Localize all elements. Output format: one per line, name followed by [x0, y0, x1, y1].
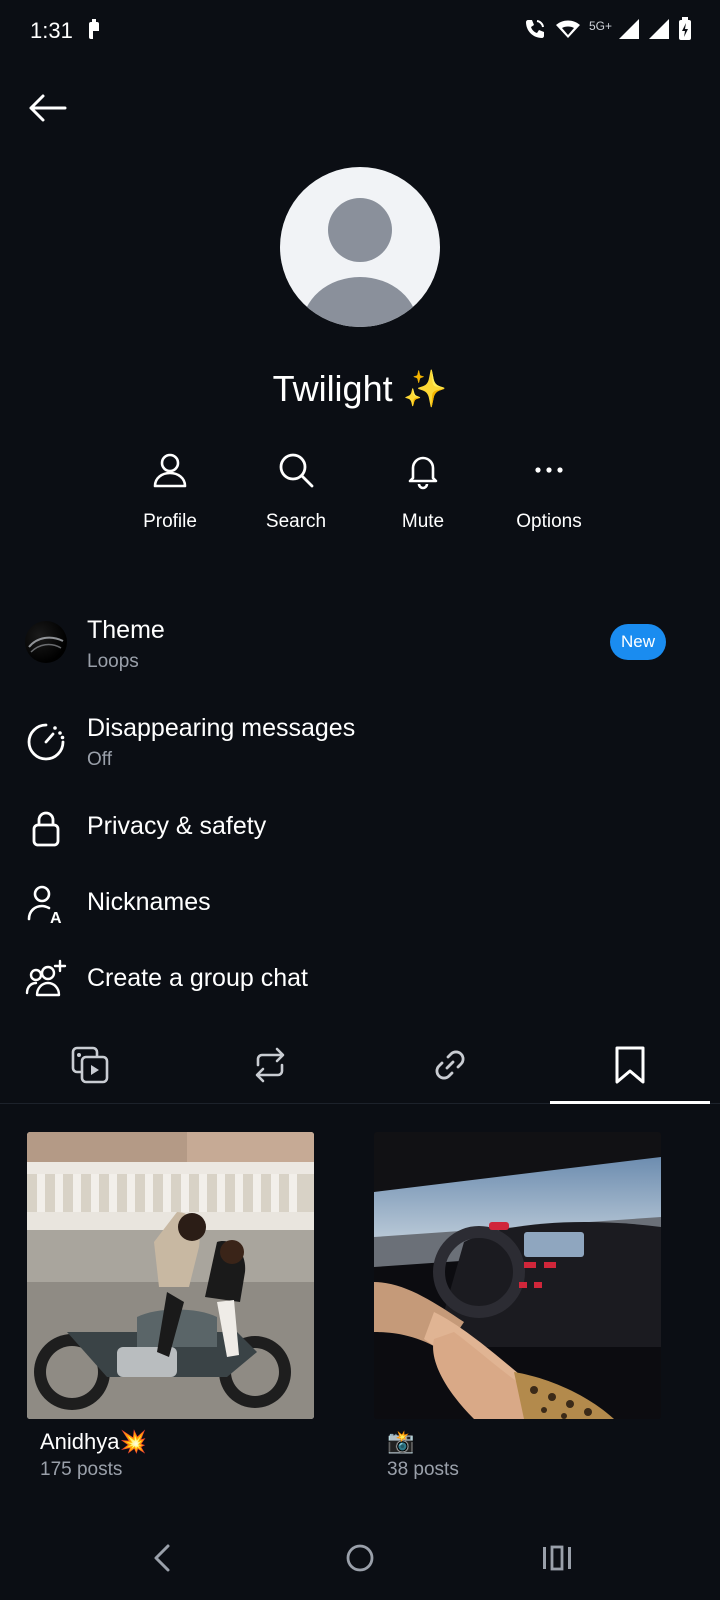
add-people-icon [24, 958, 68, 1002]
collection-card[interactable]: Anidhya💥 175 posts [27, 1132, 314, 1481]
disappearing-messages-title: Disappearing messages [87, 714, 356, 742]
status-bar: 1:31 5G+ [0, 0, 720, 64]
system-nav-bar [0, 1520, 720, 1600]
chevron-left-icon [150, 1543, 174, 1578]
theme-subtitle: Loops [87, 651, 139, 672]
nickname-icon: A [24, 882, 68, 926]
signal-icon-2 [648, 18, 670, 45]
svg-text:A: A [50, 910, 62, 925]
default-avatar-icon [302, 198, 418, 327]
privacy-safety-title: Privacy & safety [87, 812, 267, 840]
tab-media[interactable] [0, 1030, 180, 1104]
home-circle-icon [345, 1543, 375, 1578]
collection-thumbnail [374, 1132, 661, 1419]
disappearing-messages-row[interactable]: Disappearing messages Off [0, 698, 720, 778]
bookmark-icon [612, 1045, 648, 1090]
wifi-call-icon [523, 17, 547, 46]
nicknames-row[interactable]: A Nicknames [0, 870, 720, 940]
collection-thumbnail [27, 1132, 314, 1419]
more-icon [489, 445, 609, 495]
status-icons: 5G+ [523, 16, 692, 46]
wifi-icon [555, 18, 581, 45]
battery-saver-icon [86, 19, 102, 46]
recents-icon [541, 1544, 573, 1577]
collection-card[interactable]: 📸 38 posts [374, 1132, 661, 1481]
signal-icon [618, 18, 640, 45]
search-action-label: Search [265, 511, 327, 532]
chat-title: Twilight ✨ [272, 368, 448, 409]
content-tabs [0, 1030, 720, 1104]
person-icon [110, 445, 230, 495]
nav-recents-button[interactable] [527, 1530, 587, 1590]
new-badge: New [610, 624, 666, 660]
disappearing-messages-subtitle: Off [87, 749, 112, 770]
tab-saved[interactable] [540, 1030, 720, 1104]
bell-icon [363, 445, 483, 495]
tab-reposts[interactable] [180, 1030, 360, 1104]
options-action[interactable]: Options [489, 445, 609, 545]
lock-icon [24, 806, 68, 850]
back-button[interactable] [24, 90, 70, 130]
create-group-row[interactable]: Create a group chat [0, 946, 720, 1016]
chat-avatar[interactable] [280, 167, 440, 327]
theme-swatch-icon [24, 620, 68, 664]
theme-row[interactable]: Theme Loops New [0, 600, 720, 680]
active-tab-indicator [550, 1101, 710, 1104]
collection-count: 38 posts [387, 1459, 459, 1480]
nav-home-button[interactable] [330, 1530, 390, 1590]
media-icon [69, 1044, 111, 1091]
tab-links[interactable] [360, 1030, 540, 1104]
link-icon [430, 1045, 470, 1090]
search-action[interactable]: Search [236, 445, 356, 545]
mute-action-label: Mute [401, 511, 445, 532]
collection-count: 175 posts [40, 1459, 123, 1480]
profile-action[interactable]: Profile [110, 445, 230, 545]
repost-icon [250, 1045, 290, 1090]
profile-action-label: Profile [143, 511, 197, 532]
nav-back-button[interactable] [132, 1530, 192, 1590]
quick-actions: Profile Search Mute Options [0, 445, 720, 545]
collection-name: Anidhya💥 [40, 1429, 147, 1454]
mute-action[interactable]: Mute [363, 445, 483, 545]
theme-title: Theme [87, 616, 165, 644]
arrow-left-icon [27, 93, 67, 128]
collection-name: 📸 [387, 1429, 415, 1454]
network-type: 5G+ [588, 19, 612, 33]
battery-icon [678, 16, 692, 46]
nicknames-title: Nicknames [87, 888, 211, 916]
create-group-title: Create a group chat [87, 964, 308, 992]
options-action-label: Options [516, 511, 582, 532]
privacy-safety-row[interactable]: Privacy & safety [0, 794, 720, 864]
timer-icon [24, 720, 68, 764]
search-icon [236, 445, 356, 495]
status-time: 1:31 [30, 18, 73, 43]
